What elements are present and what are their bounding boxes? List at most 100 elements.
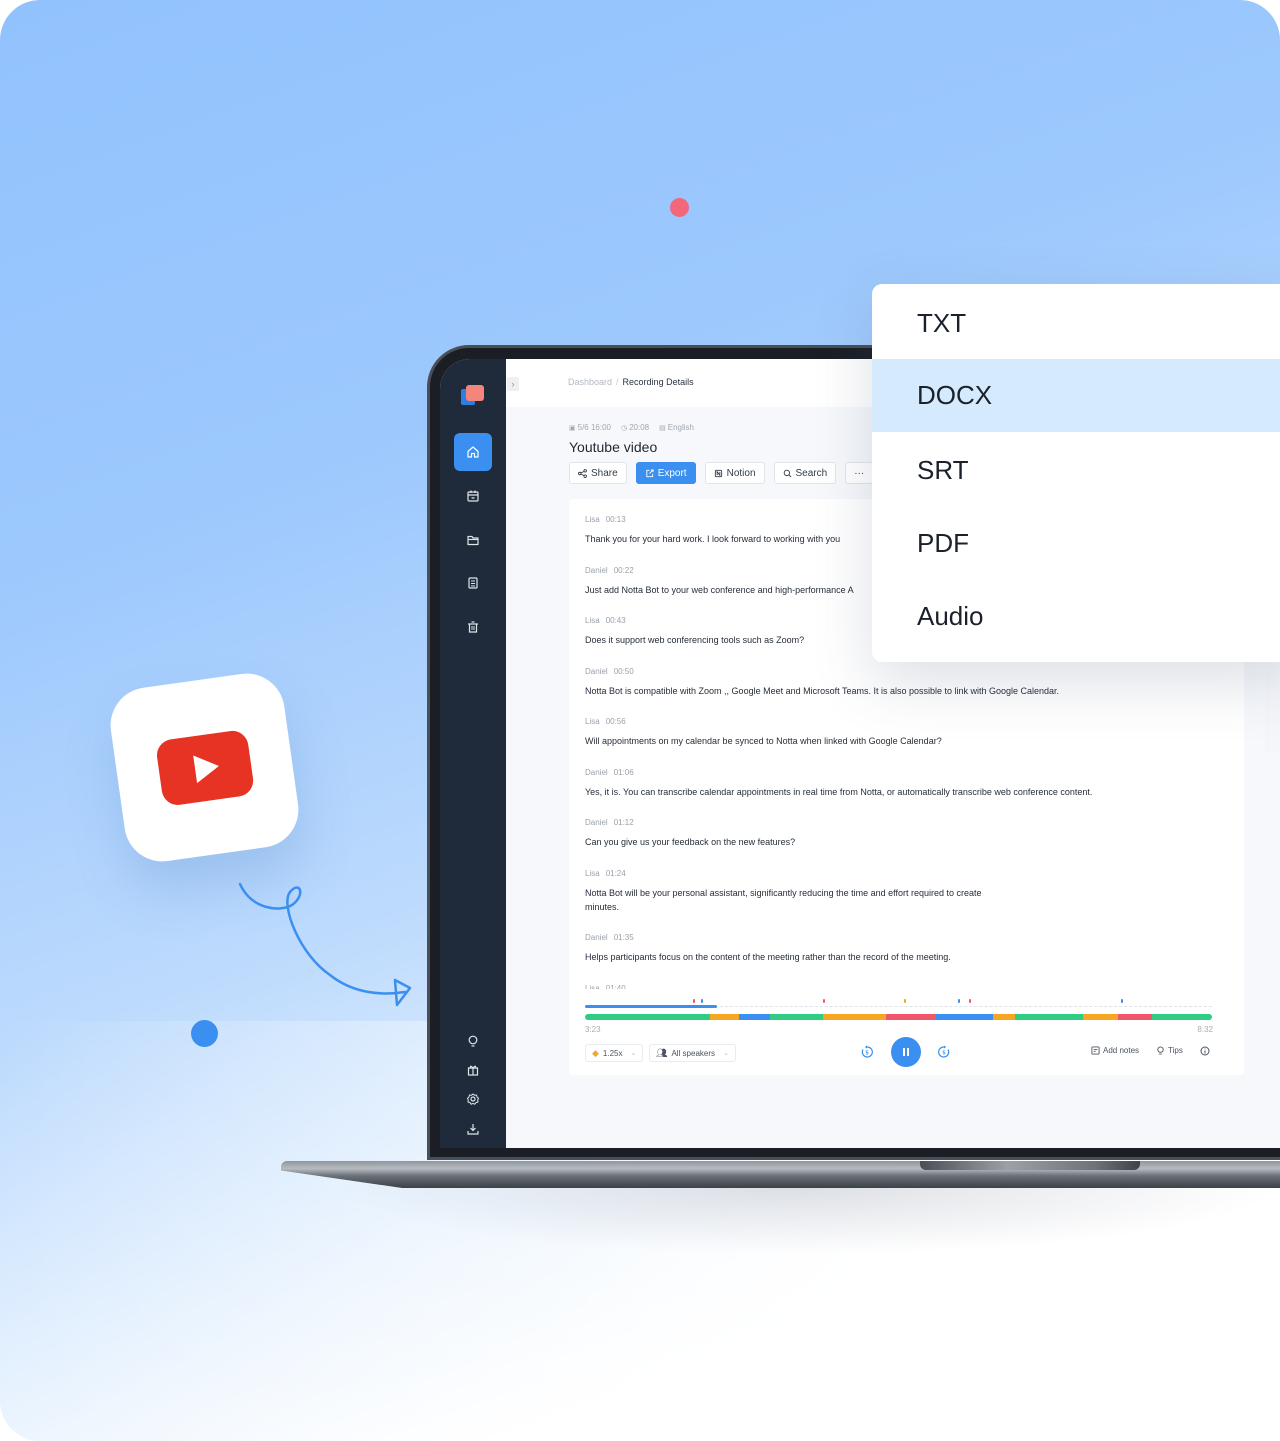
- transcript-text[interactable]: Yes, it is. You can transcribe calendar …: [585, 785, 1092, 799]
- timestamp[interactable]: 01:35: [614, 933, 634, 942]
- transcript-text[interactable]: Just add Notta Bot to your web conferenc…: [585, 583, 854, 597]
- speaker-name[interactable]: Daniel: [585, 667, 608, 676]
- speaker-segment[interactable]: [710, 1014, 739, 1020]
- speed-dropdown[interactable]: ◆ 1.25x ⌄: [585, 1044, 644, 1062]
- speaker-segment[interactable]: [769, 1014, 824, 1020]
- speaker-segment[interactable]: [992, 1014, 1015, 1020]
- speaker-segment[interactable]: [585, 1014, 711, 1020]
- recording-language: ▤ English: [659, 423, 694, 432]
- speaker-segment[interactable]: [823, 1014, 886, 1020]
- speaker-segment[interactable]: [1083, 1014, 1118, 1020]
- pause-button[interactable]: [891, 1037, 921, 1067]
- timestamp[interactable]: 00:13: [606, 515, 626, 524]
- notta-logo-icon[interactable]: [461, 385, 485, 405]
- transcript-text-continued[interactable]: minutes.: [585, 900, 982, 914]
- transcript-text[interactable]: Notta Bot is compatible with Zoom ,, Goo…: [585, 684, 1059, 698]
- trash-icon: [468, 621, 478, 633]
- speaker-segment[interactable]: [1152, 1014, 1212, 1020]
- youtube-app-card: [105, 668, 304, 867]
- speaker-name[interactable]: Daniel: [585, 933, 608, 942]
- export-label: Export: [657, 467, 687, 479]
- speakers-dropdown[interactable]: 👥︎ All speakers ⌄: [649, 1044, 736, 1062]
- recording-title: Youtube video: [569, 439, 658, 455]
- search-icon: [783, 469, 791, 477]
- export-option-docx[interactable]: DOCX: [872, 359, 1280, 432]
- more-button[interactable]: ···: [845, 462, 874, 484]
- speaker-name[interactable]: Daniel: [585, 566, 608, 575]
- highlight-marker[interactable]: [1121, 999, 1124, 1003]
- speaker-segment[interactable]: [1014, 1014, 1084, 1020]
- speaker-segment[interactable]: [738, 1014, 770, 1020]
- export-format-menu: TXT DOCX SRT PDF Audio: [872, 284, 1280, 662]
- transcript-text[interactable]: Does it support web conferencing tools s…: [585, 633, 804, 647]
- recording-meta: ▣ 5/6 16:00 ◷ 20:08 ▤ English: [569, 423, 694, 432]
- transcript-text[interactable]: Will appointments on my calendar be sync…: [585, 734, 942, 748]
- export-option-pdf[interactable]: PDF: [872, 507, 1280, 580]
- skip-forward-button[interactable]: 5: [937, 1045, 951, 1059]
- transcript-entry: Daniel 00:22 Just add Notta Bot to your we…: [585, 566, 854, 597]
- speaker-name[interactable]: Lisa: [585, 616, 600, 625]
- export-option-txt[interactable]: TXT: [872, 287, 1280, 360]
- speaker-name[interactable]: Daniel: [585, 768, 608, 777]
- progress-fill[interactable]: [585, 1005, 717, 1008]
- info-button[interactable]: [1200, 1046, 1210, 1056]
- breadcrumb-root[interactable]: Dashboard: [568, 377, 612, 387]
- search-label: Search: [795, 467, 828, 479]
- folder-icon: [467, 535, 479, 546]
- highlight-marker[interactable]: [958, 999, 961, 1003]
- timestamp[interactable]: 00:56: [606, 717, 626, 726]
- toolbar: Share Export Notion Search ···: [569, 462, 874, 484]
- youtube-icon: [154, 728, 255, 807]
- highlight-marker[interactable]: [968, 999, 971, 1003]
- speaker-name[interactable]: Lisa: [585, 717, 600, 726]
- timestamp[interactable]: 00:43: [606, 616, 626, 625]
- sidebar-item-download[interactable]: [454, 1110, 492, 1148]
- recording-date: ▣ 5/6 16:00: [569, 423, 611, 432]
- highlight-marker[interactable]: [903, 999, 906, 1003]
- speaker-segment[interactable]: [885, 1014, 937, 1020]
- notion-button[interactable]: Notion: [704, 462, 765, 484]
- highlight-marker[interactable]: [693, 999, 696, 1003]
- recording-duration: ◷ 20:08: [621, 423, 649, 432]
- sidebar-item-folder[interactable]: [454, 521, 492, 559]
- tips-button[interactable]: Tips: [1156, 1046, 1183, 1055]
- sidebar-item-trash[interactable]: [454, 608, 492, 646]
- speaker-timeline[interactable]: [585, 1014, 1212, 1020]
- transcript-text[interactable]: Thank you for your hard work. I look for…: [585, 532, 840, 546]
- export-option-audio[interactable]: Audio: [872, 580, 1280, 653]
- transcript-text[interactable]: Helps participants focus on the content …: [585, 950, 951, 964]
- skip-back-button[interactable]: 5: [860, 1045, 874, 1059]
- add-notes-button[interactable]: Add notes: [1091, 1046, 1139, 1055]
- sidebar-item-notes[interactable]: [454, 564, 492, 602]
- calendar-small-icon: ▣: [569, 425, 576, 432]
- transcript-entry: Daniel 00:50 Notta Bot is compatible with …: [585, 667, 1059, 698]
- transcript-entry: Daniel 01:35 Helps participants focus on t…: [585, 933, 951, 964]
- speaker-segment[interactable]: [936, 1014, 993, 1020]
- expand-sidebar-button[interactable]: ›: [507, 377, 519, 391]
- decor-dot-red: [670, 198, 689, 217]
- transcript-text[interactable]: Can you give us your feedback on the new…: [585, 835, 795, 849]
- sidebar-item-home[interactable]: [454, 433, 492, 471]
- timestamp[interactable]: 01:12: [614, 818, 634, 827]
- speakers-value: All speakers: [671, 1048, 716, 1058]
- transcript-text[interactable]: Notta Bot will be your personal assistan…: [585, 886, 982, 900]
- timestamp[interactable]: 00:50: [614, 667, 634, 676]
- highlight-marker[interactable]: [700, 999, 703, 1003]
- total-time: 8:32: [1197, 1025, 1213, 1034]
- speaker-name[interactable]: Lisa: [585, 515, 600, 524]
- laptop-notch: [920, 1161, 1140, 1170]
- search-button[interactable]: Search: [773, 462, 837, 484]
- speaker-name[interactable]: Lisa: [585, 869, 600, 878]
- language-icon: ▤: [659, 425, 666, 432]
- share-button[interactable]: Share: [569, 462, 627, 484]
- timestamp[interactable]: 01:24: [606, 869, 626, 878]
- speaker-name[interactable]: Daniel: [585, 818, 608, 827]
- highlight-marker[interactable]: [823, 999, 826, 1003]
- timestamp[interactable]: 01:06: [614, 768, 634, 777]
- sidebar-item-calendar[interactable]: [454, 477, 492, 515]
- timestamp[interactable]: 00:22: [614, 566, 634, 575]
- audio-player: 3:23 8:32 ◆ 1.25x ⌄ 👥︎ All speakers ⌄ 5 …: [569, 989, 1244, 1075]
- export-button[interactable]: Export: [635, 462, 696, 484]
- speaker-segment[interactable]: [1117, 1014, 1153, 1020]
- export-option-srt[interactable]: SRT: [872, 434, 1280, 507]
